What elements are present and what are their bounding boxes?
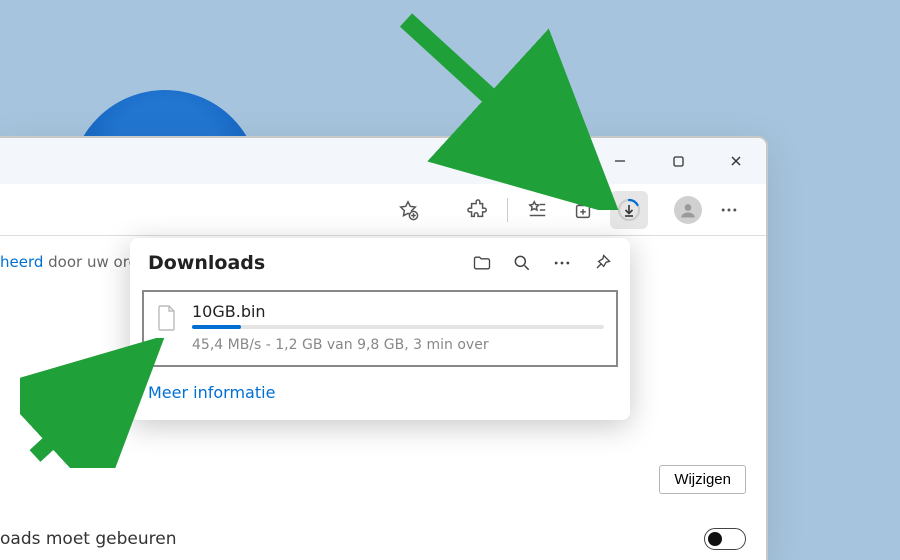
download-progress-bar [192,325,604,329]
collections-icon[interactable] [564,191,602,229]
add-favorite-icon[interactable] [389,191,427,229]
download-filename: 10GB.bin [192,302,604,321]
browser-toolbar [0,184,766,236]
more-info-link[interactable]: Meer informatie [130,373,630,406]
maximize-button[interactable] [658,144,698,178]
downloads-more-button[interactable] [552,253,572,273]
toggle-knob [708,532,722,546]
toolbar-separator [507,198,508,222]
open-folder-button[interactable] [472,253,492,273]
change-button[interactable]: Wijzigen [659,465,746,494]
download-progress-fill [192,325,241,329]
extensions-icon[interactable] [459,191,497,229]
close-button[interactable] [716,144,756,178]
downloads-toggle[interactable] [704,528,746,550]
more-menu-button[interactable] [710,191,748,229]
favorites-list-icon[interactable] [518,191,556,229]
pin-panel-button[interactable] [592,253,612,273]
managed-link-fragment[interactable]: heerd [0,253,43,271]
download-stats: 45,4 MB/s - 1,2 GB van 9,8 GB, 3 min ove… [192,337,604,353]
downloads-panel: Downloads 10GB.bin [130,238,630,420]
minimize-button[interactable] [600,144,640,178]
profile-avatar[interactable] [674,196,702,224]
window-titlebar [0,138,766,184]
file-icon [156,304,178,332]
downloads-button[interactable] [610,191,648,229]
search-downloads-button[interactable] [512,253,532,273]
download-list-item[interactable]: 10GB.bin 45,4 MB/s - 1,2 GB van 9,8 GB, … [142,290,618,367]
downloads-panel-title: Downloads [148,252,265,274]
toggle-label: oads moet gebeuren [0,529,176,549]
